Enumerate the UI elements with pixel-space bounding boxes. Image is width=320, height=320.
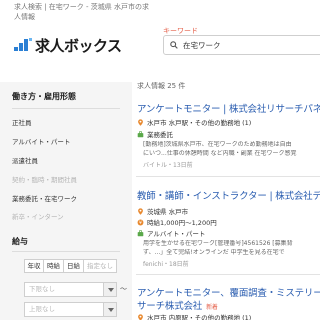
- filter-outsourcing[interactable]: 業務委託・在宅ワーク: [12, 193, 77, 203]
- chevron-down-icon: [103, 303, 116, 316]
- pay-heading: 給与: [12, 237, 28, 246]
- search-input[interactable]: [183, 40, 303, 50]
- breadcrumb: 求人検索 | 在宅ワーク - 茨城県 水戸市の求人情報: [14, 3, 150, 21]
- tab-daily[interactable]: 日給: [64, 259, 84, 273]
- result-count: 求人情報 25 件: [137, 82, 186, 90]
- job-employment-type: 業務委託: [137, 129, 173, 139]
- divider: [136, 274, 320, 275]
- filter-temp-staff[interactable]: 派遣社員: [12, 155, 38, 165]
- pay-max-select[interactable]: 上限なし: [24, 302, 117, 317]
- job-excerpt: [勤務地]茨城県水戸市、在宅ワークのため勤務地は自由: [143, 141, 292, 148]
- job-title-link[interactable]: アンケートモニター、覆面調査・ミステリー: [137, 285, 320, 299]
- employment-type-icon: [137, 229, 144, 236]
- filter-contract[interactable]: 契約・臨時・期間社員: [12, 174, 77, 184]
- salary-icon: ¥: [137, 219, 144, 226]
- filter-intern[interactable]: 新卒・インターン: [12, 211, 64, 221]
- pay-min-select[interactable]: 下限なし: [24, 282, 117, 297]
- tab-hourly[interactable]: 時給: [44, 259, 64, 273]
- logo-mark-icon: [14, 38, 32, 52]
- divider: [136, 176, 320, 177]
- job-excerpt: にいつ...仕事の休憩時間 など内職・副業 在宅ワーク感覚: [143, 150, 297, 157]
- pay-max-value: 上限なし: [29, 305, 55, 313]
- salary-text: 時給1,000円〜1,200円: [147, 219, 217, 227]
- location-text: 水戸市 内原駅・その他の勤務地 (1): [147, 314, 252, 320]
- employment-text: 業務委託: [147, 131, 173, 139]
- job-location: 水戸市 水戸駅・その他の勤務地 (1): [137, 117, 251, 127]
- filter-full-time[interactable]: 正社員: [12, 117, 32, 127]
- location-pin-icon: [138, 313, 143, 320]
- employment-type-icon: [137, 130, 144, 137]
- job-meta: バイトル・13日前: [143, 162, 193, 169]
- job-salary: ¥ 時給1,000円〜1,200円: [137, 217, 217, 227]
- employment-text: アルバイト・パート: [147, 230, 206, 238]
- job-employment-type: アルバイト・パート: [137, 228, 205, 238]
- divider: [12, 251, 120, 252]
- job-title-link-continued[interactable]: サーチ株式会社 新着: [137, 298, 218, 312]
- location-pin-icon: [138, 118, 143, 126]
- job-excerpt: ず、...」全て完結!オンラインだ 中学生を見る在宅で: [143, 249, 285, 256]
- job-meta: fenichi・18日前: [143, 261, 189, 268]
- filter-part-time[interactable]: アルバイト・パート: [12, 136, 70, 146]
- pay-min-value: 下限なし: [29, 285, 55, 293]
- tab-annual[interactable]: 年収: [24, 259, 44, 273]
- pay-type-tabs: 年収 時給 日給 指定なし: [24, 259, 117, 273]
- location-pin-icon: [138, 207, 143, 215]
- logo-text: 求人ボックス: [35, 36, 122, 55]
- divider: [12, 108, 120, 109]
- job-excerpt: 用学を生かせる在宅ワーク[管理番号]4561526 [募集背: [143, 240, 293, 247]
- svg-text:¥: ¥: [139, 220, 142, 226]
- location-text: 水戸市 水戸駅・その他の勤務地 (1): [147, 119, 252, 127]
- range-separator: 〜: [120, 285, 127, 293]
- search-icon: [170, 41, 178, 49]
- job-title-link[interactable]: 教師・講師・インストラクター | 株式会社デ: [137, 188, 320, 202]
- site-logo[interactable]: 求人ボックス: [14, 36, 122, 55]
- job-title-link[interactable]: アンケートモニター | 株式会社リサーチパネ: [137, 101, 320, 115]
- job-location: 茨城県 水戸市: [137, 206, 188, 216]
- employment-type-heading: 働き方・雇用形態: [12, 92, 76, 101]
- new-badge: 新着: [206, 304, 218, 311]
- job-location: 水戸市 内原駅・その他の勤務地 (1): [137, 312, 251, 320]
- job-company-text: サーチ株式会社: [137, 301, 203, 312]
- tab-unspecified[interactable]: 指定なし: [84, 259, 117, 273]
- location-text: 茨城県 水戸市: [147, 208, 189, 216]
- chevron-down-icon: [103, 283, 116, 296]
- keyword-search-field[interactable]: [163, 35, 320, 55]
